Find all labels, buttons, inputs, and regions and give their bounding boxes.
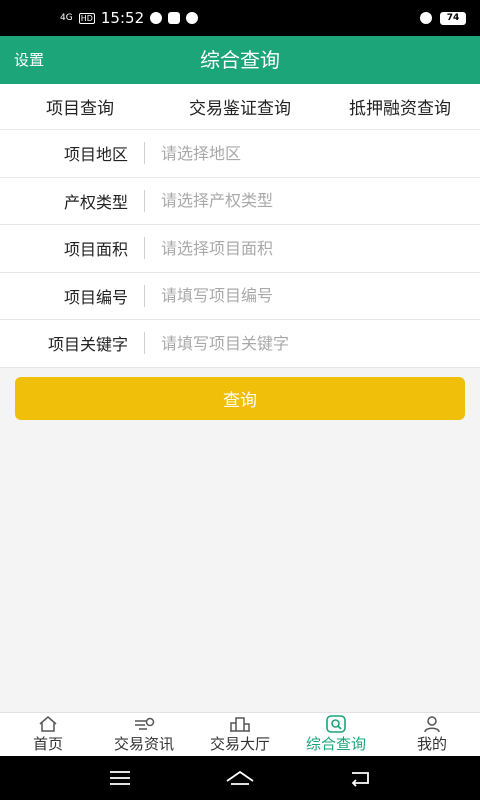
home-icon xyxy=(38,715,58,733)
tab-project-query[interactable]: 项目查询 xyxy=(0,94,160,119)
divider xyxy=(144,237,145,260)
app-notification-icon xyxy=(186,12,199,24)
nav-label: 综合查询 xyxy=(305,735,366,753)
building-icon xyxy=(229,715,251,733)
form-row-area: 项目面积 xyxy=(0,225,480,273)
search-icon xyxy=(325,715,347,733)
area-label: 项目面积 xyxy=(63,240,128,260)
divider xyxy=(144,189,145,212)
alarm-icon xyxy=(420,12,432,24)
nav-label: 交易大厅 xyxy=(209,735,270,753)
query-tabs: 项目查询 交易鉴证查询 抵押融资查询 xyxy=(0,84,480,130)
nav-item-news[interactable]: 交易资讯 xyxy=(96,713,192,756)
divider xyxy=(144,142,145,165)
tab-transaction-certification-query[interactable]: 交易鉴证查询 xyxy=(160,94,320,119)
form-row-region: 项目地区 xyxy=(0,130,480,178)
property-type-select[interactable] xyxy=(161,191,451,211)
battery-indicator: 74 xyxy=(440,11,466,25)
nav-item-comprehensive-query[interactable]: 综合查询 xyxy=(288,713,384,756)
form-row-property-type: 产权类型 xyxy=(0,178,480,225)
user-icon xyxy=(422,715,442,733)
nav-item-home[interactable]: 首页 xyxy=(0,713,96,756)
tab-mortgage-financing-query[interactable]: 抵押融资查询 xyxy=(320,94,480,119)
back-icon[interactable] xyxy=(340,763,380,793)
page-title: 综合查询 xyxy=(200,48,280,72)
home-button-icon[interactable] xyxy=(220,763,260,793)
form-row-project-number: 项目编号 xyxy=(0,273,480,320)
form-row-keyword: 项目关键字 xyxy=(0,320,480,368)
query-button[interactable]: 查询 xyxy=(15,377,465,420)
nav-label: 我的 xyxy=(416,735,447,753)
chat-icon xyxy=(150,12,163,24)
divider xyxy=(144,284,145,307)
app-header: 设置 综合查询 xyxy=(0,36,480,84)
hd-indicator: HD xyxy=(78,12,95,24)
keyword-label: 项目关键字 xyxy=(47,335,128,355)
query-form: 项目地区 产权类型 项目面积 项目编号 项目关键字 xyxy=(0,130,480,368)
system-nav-bar xyxy=(0,756,480,800)
property-type-label: 产权类型 xyxy=(63,192,128,212)
news-icon xyxy=(133,715,155,733)
project-number-label: 项目编号 xyxy=(63,287,128,307)
project-number-input[interactable] xyxy=(161,286,451,306)
nav-label: 交易资讯 xyxy=(113,735,174,753)
network-indicator: 4G xyxy=(60,12,73,23)
keyword-input[interactable] xyxy=(161,333,451,353)
nav-label: 首页 xyxy=(32,735,63,753)
clock: 15:52 xyxy=(100,9,145,27)
mail-icon xyxy=(168,12,181,24)
nav-item-mine[interactable]: 我的 xyxy=(384,713,480,756)
region-label: 项目地区 xyxy=(63,145,128,165)
divider xyxy=(144,332,145,355)
status-bar: 4G HD 15:52 74 xyxy=(0,0,480,36)
region-select[interactable] xyxy=(161,143,451,163)
nav-item-trading-hall[interactable]: 交易大厅 xyxy=(192,713,288,756)
area-select[interactable] xyxy=(161,238,451,258)
menu-icon[interactable] xyxy=(100,763,140,793)
bottom-nav: 首页 交易资讯 交易大厅 综合查询 我的 xyxy=(0,712,480,756)
